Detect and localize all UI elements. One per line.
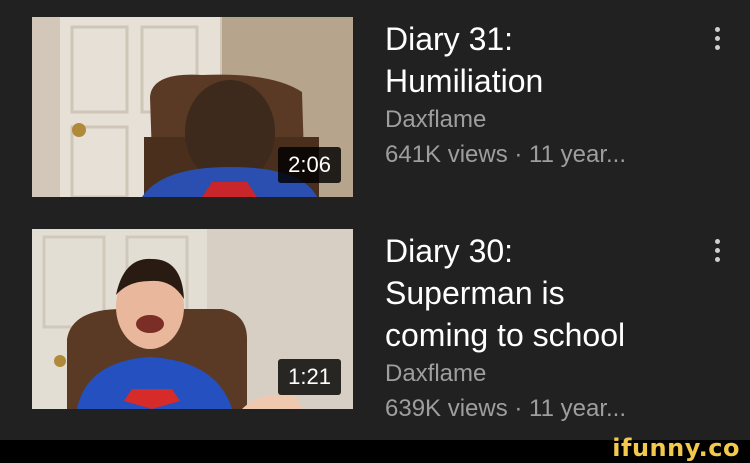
- title-line: Superman is: [385, 275, 565, 311]
- title-line: Humiliation: [385, 63, 544, 99]
- channel-name[interactable]: Daxflame: [385, 358, 695, 390]
- ifunny-watermark: ifunny.co: [612, 434, 740, 462]
- video-title[interactable]: Diary 31: Humiliation: [385, 18, 695, 102]
- video-duration-badge: 1:21: [278, 359, 341, 395]
- video-stats: 641K views · 11 year...: [385, 141, 627, 168]
- video-thumbnail[interactable]: 2:06: [32, 17, 353, 197]
- title-line: Diary 30:: [385, 233, 514, 269]
- more-options-icon[interactable]: [707, 232, 727, 268]
- video-stats: 639K views · 11 year...: [385, 395, 627, 422]
- title-line: Diary 31:: [385, 21, 514, 57]
- title-line: coming to school: [385, 317, 626, 353]
- video-title[interactable]: Diary 30: Superman is coming to school: [385, 230, 695, 356]
- video-list-item[interactable]: 1:21 Diary 30: Superman is coming to sch…: [0, 220, 750, 440]
- video-duration-badge: 2:06: [278, 147, 341, 183]
- video-list-item[interactable]: 2:06 Diary 31: Humiliation Daxflame 641K…: [0, 0, 750, 220]
- video-thumbnail[interactable]: 1:21: [32, 229, 353, 409]
- more-options-icon[interactable]: [707, 20, 727, 56]
- channel-name[interactable]: Daxflame: [385, 104, 695, 136]
- footer-bar: ifunny.co: [0, 434, 750, 463]
